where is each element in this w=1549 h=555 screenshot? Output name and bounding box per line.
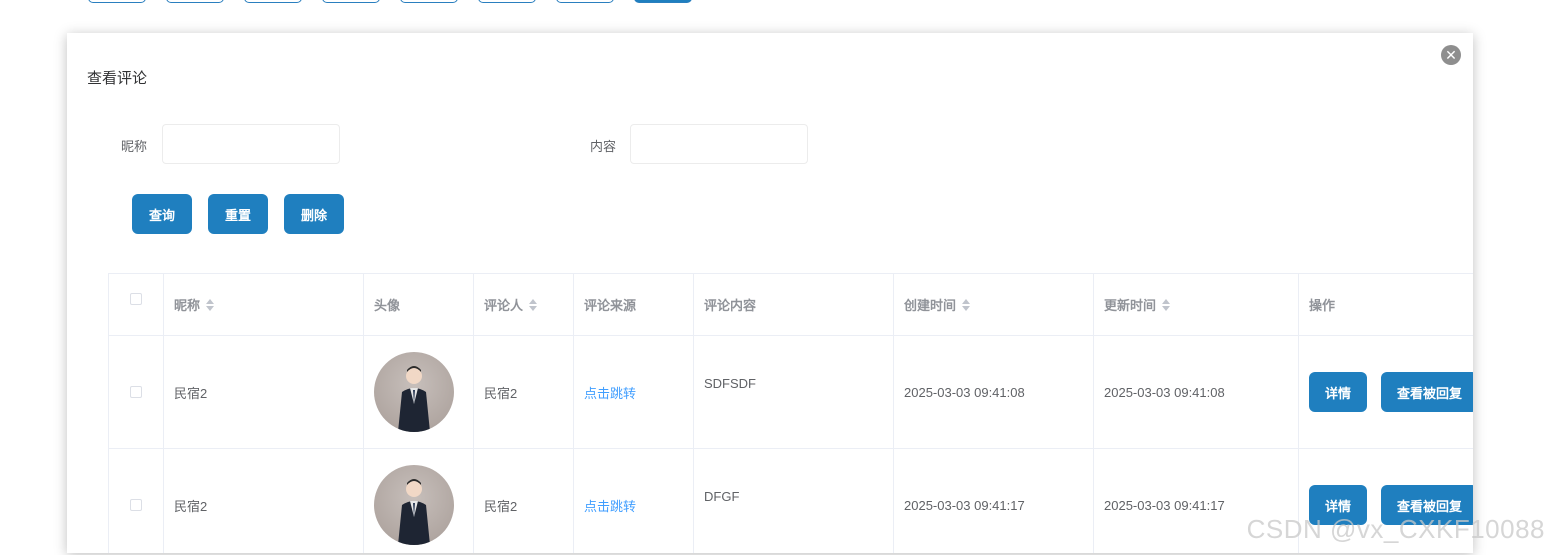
header-label: 昵称 [174, 298, 201, 313]
background-tab-active [634, 0, 692, 3]
source-cell: 点击跳转 [573, 336, 693, 448]
query-button[interactable]: 查询 [132, 194, 192, 234]
content-cell: DFGF [693, 449, 893, 553]
table-row: 民宿2 民宿2 点击跳转 SDFSDF 2025-03-03 09:41:08 … [108, 336, 1473, 449]
sort-icon[interactable] [529, 298, 538, 311]
jump-link[interactable]: 点击跳转 [584, 383, 636, 402]
header-label: 创建时间 [904, 298, 957, 313]
background-tab [322, 0, 380, 3]
nickname-label: 昵称 [121, 139, 148, 154]
comments-table: 昵称 头像 评论人 评论来源 评论内容 创建时间 更新时间 操作 民宿2 民宿2… [108, 273, 1473, 553]
nickname-cell: 民宿2 [163, 336, 363, 448]
background-tab-bar [88, 0, 692, 3]
nickname-cell: 民宿2 [163, 449, 363, 553]
jump-link[interactable]: 点击跳转 [584, 496, 636, 515]
header-operation: 操作 [1298, 274, 1473, 335]
header-label: 头像 [374, 298, 401, 313]
background-tab [556, 0, 614, 3]
avatar-cell [363, 336, 473, 448]
background-tab [478, 0, 536, 3]
header-created[interactable]: 创建时间 [893, 274, 1093, 335]
nickname-input[interactable] [162, 124, 340, 164]
created-cell: 2025-03-03 09:41:17 [893, 449, 1093, 553]
table-header-row: 昵称 头像 评论人 评论来源 评论内容 创建时间 更新时间 操作 [108, 274, 1473, 336]
background-tab [244, 0, 302, 3]
operation-cell: 详情 查看被回复 [1298, 336, 1473, 448]
row-checkbox[interactable] [130, 386, 142, 398]
detail-button[interactable]: 详情 [1309, 372, 1368, 412]
source-cell: 点击跳转 [573, 449, 693, 553]
header-checkbox-cell [108, 274, 163, 335]
header-label: 更新时间 [1104, 298, 1157, 313]
background-tab [88, 0, 146, 3]
avatar-cell [363, 449, 473, 553]
view-replies-button[interactable]: 查看被回复 [1381, 372, 1473, 412]
header-source: 评论来源 [573, 274, 693, 335]
background-tab [166, 0, 224, 3]
updated-cell: 2025-03-03 09:41:08 [1093, 336, 1298, 448]
created-cell: 2025-03-03 09:41:08 [893, 336, 1093, 448]
commenter-cell: 民宿2 [473, 336, 573, 448]
header-content: 评论内容 [693, 274, 893, 335]
sort-icon[interactable] [206, 298, 215, 311]
avatar [374, 352, 454, 432]
sort-icon[interactable] [962, 298, 971, 311]
header-label: 评论内容 [704, 298, 757, 313]
sort-icon[interactable] [1162, 298, 1171, 311]
row-checkbox[interactable] [130, 499, 142, 511]
content-input[interactable] [630, 124, 808, 164]
avatar [374, 465, 454, 545]
row-checkbox-cell [108, 336, 163, 448]
header-avatar: 头像 [363, 274, 473, 335]
header-nickname[interactable]: 昵称 [163, 274, 363, 335]
dialog-title: 查看评论 [87, 70, 148, 87]
watermark: CSDN @vx_CXKF10088 [1246, 514, 1545, 544]
content-cell: SDFSDF [693, 336, 893, 448]
header-label: 评论人 [484, 298, 524, 313]
row-checkbox-cell [108, 449, 163, 553]
select-all-checkbox[interactable] [130, 292, 142, 305]
background-tab [400, 0, 458, 3]
header-commenter[interactable]: 评论人 [473, 274, 573, 335]
content-label: 内容 [590, 139, 617, 154]
header-label: 评论来源 [584, 298, 637, 313]
view-comments-dialog: 查看评论 ✕ 昵称 内容 查询 重置 删除 昵称 头像 评论人 评论来源 评论内… [67, 33, 1473, 553]
reset-button[interactable]: 重置 [208, 194, 268, 234]
delete-button[interactable]: 删除 [284, 194, 344, 234]
header-label: 操作 [1309, 298, 1336, 313]
close-icon[interactable]: ✕ [1441, 45, 1461, 65]
header-updated[interactable]: 更新时间 [1093, 274, 1298, 335]
commenter-cell: 民宿2 [473, 449, 573, 553]
